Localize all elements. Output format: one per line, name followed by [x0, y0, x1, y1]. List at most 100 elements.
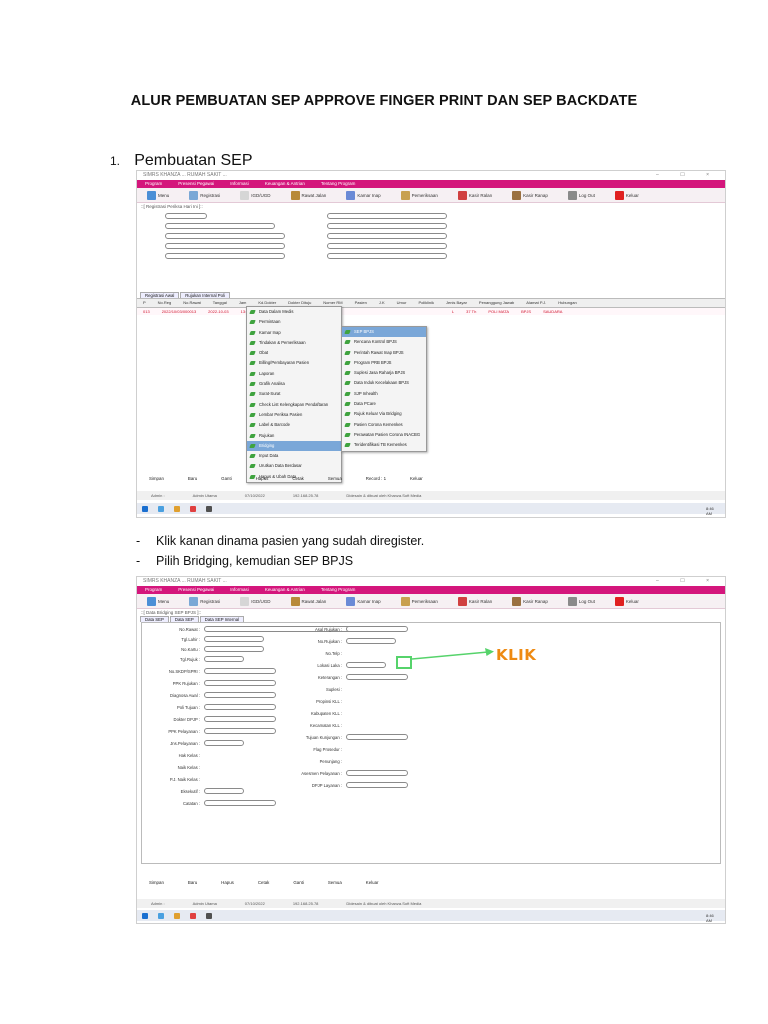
catatan-field[interactable] — [204, 800, 276, 806]
chrome-icon[interactable] — [174, 505, 180, 512]
no-kartu-field[interactable] — [204, 646, 264, 652]
context-menu-item[interactable]: Check List Kelengkapan Pendaftaran — [247, 400, 341, 410]
toolbar-pemeriksaan-button[interactable]: Pemeriksaan — [391, 596, 448, 606]
menu-item[interactable]: Informasi — [222, 586, 257, 594]
toolbar-kasir-ralan-button[interactable]: Kasir Ralan — [448, 190, 502, 200]
asal-rujukan-select[interactable] — [346, 626, 408, 632]
window-controls[interactable]: – ☐ × — [656, 577, 719, 586]
tab-rujukan-internal[interactable]: Rujukan Internal Poli — [180, 292, 230, 298]
toolbar-rawat-jalan-button[interactable]: Rawat Jalan — [281, 596, 337, 606]
column-header[interactable]: Poliklinik — [412, 299, 440, 307]
submenu-item[interactable]: Rujuk Keluar Via Bridging — [342, 409, 426, 419]
menu-item[interactable]: Program — [137, 180, 170, 188]
toolbar-rawat-jalan-button[interactable]: Rawat Jalan — [281, 190, 337, 200]
column-header[interactable]: No.Reg — [152, 299, 178, 307]
asesmen-pelayanan-select[interactable] — [346, 770, 408, 776]
form-field[interactable] — [165, 223, 275, 229]
table-cell[interactable]: 013 — [137, 308, 156, 315]
menu-item[interactable]: Program — [137, 586, 170, 594]
column-header[interactable]: Umur — [391, 299, 413, 307]
table-cell[interactable]: 37 Th — [460, 308, 482, 315]
context-menu-item[interactable]: Kamar Inap — [247, 328, 341, 338]
windows-start-icon[interactable] — [142, 505, 148, 512]
table-cell[interactable]: POLI MATA — [482, 308, 515, 315]
keluar-button[interactable]: Keluar — [398, 476, 435, 481]
app-icon[interactable] — [190, 505, 196, 512]
lokasi-laka-select[interactable] — [346, 662, 386, 668]
submenu-item[interactable]: Teridentifikasi TB Kemenkes — [342, 440, 426, 450]
simpan-button[interactable]: Simpan — [137, 476, 176, 481]
context-menu-item[interactable]: Permintaan — [247, 317, 341, 327]
context-menu-item[interactable]: Grafik Analisa — [247, 379, 341, 389]
app-icon[interactable] — [206, 912, 212, 919]
column-header[interactable]: Hubungan — [552, 299, 582, 307]
submenu-item[interactable]: Data PCare — [342, 399, 426, 409]
submenu-item[interactable]: Perintah Rawat Inap BPJS — [342, 348, 426, 358]
submenu-item[interactable]: SJP Inhealth — [342, 389, 426, 399]
form-field[interactable] — [165, 253, 285, 259]
edge-icon[interactable] — [158, 912, 164, 919]
submenu-item[interactable]: Data Induk Kecelakaan BPJS — [342, 378, 426, 388]
column-header[interactable]: J.K — [373, 299, 391, 307]
poli-tujuan-field[interactable] — [204, 704, 276, 710]
column-header[interactable]: Penanggung Jawab — [473, 299, 520, 307]
table-row[interactable]: 013 2022/10/03/000013 2022-10-03 13:35:1… — [137, 308, 725, 315]
menu-item[interactable]: Keuangan & Antrian — [257, 586, 313, 594]
context-menu-item[interactable]: Lembar Periksa Pasien — [247, 410, 341, 420]
form-field[interactable] — [327, 223, 447, 229]
context-menu-item-bridging[interactable]: Bridging — [247, 440, 341, 452]
menu-item[interactable]: Tentang Program — [313, 586, 364, 594]
form-field[interactable] — [327, 213, 447, 219]
toolbar-kasir-ranap-button[interactable]: Kasir Ranap — [502, 190, 558, 200]
context-menu-item[interactable]: Rujukan — [247, 431, 341, 441]
form-field[interactable] — [165, 233, 285, 239]
table-cell[interactable]: 2022-10-03 — [202, 308, 234, 315]
tgl-lahir-field[interactable] — [204, 636, 264, 642]
toolbar-registrasi-button[interactable]: Registrasi — [179, 190, 230, 200]
tujuan-kunjungan-select[interactable] — [346, 734, 408, 740]
app-icon[interactable] — [190, 912, 196, 919]
toolbar-logout-button[interactable]: Log Out — [558, 596, 605, 606]
form-field[interactable] — [327, 233, 447, 239]
hapus-button[interactable]: Hapus — [244, 476, 281, 481]
ppk-pelayanan-field[interactable] — [204, 728, 276, 734]
submenu-item-sep-bpjs[interactable]: SEP BPJS — [342, 327, 426, 338]
toolbar-kasir-ralan-button[interactable]: Kasir Ralan — [448, 596, 502, 606]
context-menu-item[interactable]: Surat-Surat — [247, 389, 341, 399]
skdp-field[interactable] — [204, 668, 276, 674]
no-rujukan-field[interactable] — [346, 638, 396, 644]
context-menu-item[interactable]: Tindakan & Pemeriksaan — [247, 338, 341, 348]
toolbar-kasir-ranap-button[interactable]: Kasir Ranap — [502, 596, 558, 606]
chrome-icon[interactable] — [174, 912, 180, 919]
toolbar-keluar-button[interactable]: Keluar — [605, 596, 649, 606]
keterangan-field[interactable] — [346, 674, 408, 680]
window-controls[interactable]: – ☐ × — [656, 171, 719, 180]
form-field[interactable] — [165, 243, 285, 249]
app-icon[interactable] — [206, 505, 212, 512]
menu-item[interactable]: Tentang Program — [313, 180, 364, 188]
column-header[interactable]: Tanggal — [207, 299, 233, 307]
context-menu-item[interactable]: Billing/Pembayaran Pasien — [247, 358, 341, 368]
tgl-rujuk-field[interactable] — [204, 656, 244, 662]
form-field[interactable] — [327, 243, 447, 249]
submenu-item[interactable]: Suplesi Jasa Raharja BPJS — [342, 368, 426, 378]
toolbar-kamar-inap-button[interactable]: Kamar Inap — [336, 190, 390, 200]
toolbar-pemeriksaan-button[interactable]: Pemeriksaan — [391, 190, 448, 200]
column-header[interactable]: Pasien — [349, 299, 373, 307]
toolbar-igd-button[interactable]: IGD/UGD — [230, 190, 280, 200]
menu-item[interactable]: Presensi Pegawai — [170, 180, 222, 188]
toolbar-menu-button[interactable]: Menu — [137, 596, 179, 606]
simpan-button[interactable]: Simpan — [137, 880, 176, 885]
column-header[interactable]: Jenis Bayar — [440, 299, 473, 307]
column-header[interactable]: P — [137, 299, 152, 307]
column-header[interactable]: Alamat P.J. — [520, 299, 552, 307]
column-header[interactable]: No.Rawat — [177, 299, 207, 307]
cetak-button[interactable]: Cetak — [280, 476, 315, 481]
tab-registrasi-awal[interactable]: Registrasi Awal — [140, 292, 180, 298]
context-menu-item[interactable]: Input Data — [247, 451, 341, 461]
toolbar-igd-button[interactable]: IGD/UGD — [230, 596, 280, 606]
toolbar-logout-button[interactable]: Log Out — [558, 190, 605, 200]
hapus-button[interactable]: Hapus — [209, 880, 246, 885]
baru-button[interactable]: Baru — [176, 476, 209, 481]
context-menu-item[interactable]: Obat — [247, 348, 341, 358]
